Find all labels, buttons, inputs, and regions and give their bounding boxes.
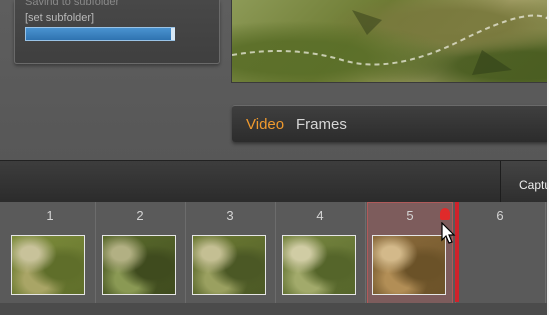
playhead-handle[interactable]	[440, 208, 450, 220]
subfolder-field-handle[interactable]	[171, 28, 175, 40]
capture-label: Capture	[519, 178, 549, 192]
tab-video[interactable]: Video	[246, 116, 284, 133]
subfolder-panel-clipped-text: Saving to subfolder	[25, 0, 145, 5]
frame-slot[interactable]: 6	[455, 202, 546, 304]
preview-scene	[232, 10, 549, 75]
capture-app: Saving to subfolder [set subfolder] Vide…	[0, 0, 549, 315]
frame-thumbnail[interactable]	[192, 235, 266, 295]
subfolder-panel: Saving to subfolder [set subfolder]	[14, 0, 220, 64]
frame-thumbnail[interactable]	[372, 235, 446, 295]
mode-tab-bar: Video Frames	[232, 105, 549, 142]
video-preview	[231, 0, 549, 83]
frame-thumbnail[interactable]	[282, 235, 356, 295]
frame-slot[interactable]: 2	[95, 202, 186, 304]
frame-number: 6	[496, 208, 504, 223]
strip-header: Capture	[0, 160, 549, 203]
bottom-bar	[0, 303, 549, 315]
frame-number: 2	[136, 208, 144, 223]
subfolder-field[interactable]	[25, 27, 175, 41]
mouse-cursor-icon	[441, 222, 456, 244]
subfolder-label: [set subfolder]	[25, 12, 95, 24]
frame-number: 1	[46, 208, 54, 223]
playhead[interactable]	[455, 202, 459, 302]
frame-slot[interactable]: 4	[275, 202, 366, 304]
frame-slot[interactable]: 3	[185, 202, 276, 304]
frame-thumbnail[interactable]	[11, 235, 85, 295]
frame-number: 3	[226, 208, 234, 223]
frame-strip: 123456	[0, 202, 549, 304]
frame-slot[interactable]: 1	[5, 202, 96, 304]
tab-frames[interactable]: Frames	[296, 116, 347, 133]
frame-number: 4	[316, 208, 324, 223]
capture-button[interactable]: Capture	[500, 161, 549, 203]
frame-thumbnail[interactable]	[102, 235, 176, 295]
